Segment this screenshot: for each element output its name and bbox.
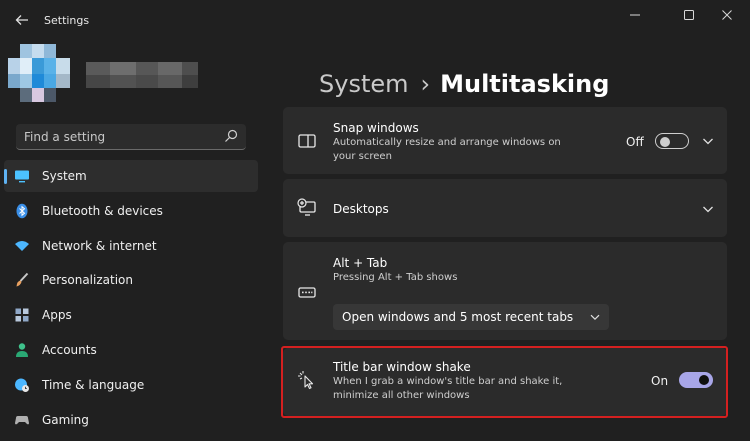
search-input[interactable]: Find a setting <box>16 124 246 150</box>
toggle-knob <box>660 137 670 147</box>
sidebar-item-label: Accounts <box>42 342 97 357</box>
sidebar-item-label: Time & language <box>42 377 145 392</box>
toggle-knob <box>699 375 709 385</box>
desktops-title: Desktops <box>333 202 389 216</box>
alt-tab-description: Pressing Alt + Tab shows <box>333 272 458 283</box>
monitor-icon <box>15 170 29 183</box>
close-button[interactable] <box>704 0 750 30</box>
sidebar-item-time-language[interactable]: Time & language <box>4 369 258 401</box>
minimize-icon <box>630 14 640 16</box>
back-button[interactable] <box>10 8 34 32</box>
sidebar-nav: System Bluetooth & devices Network & int… <box>4 160 258 438</box>
breadcrumb: System › Multitasking <box>319 70 609 98</box>
sidebar-item-apps[interactable]: Apps <box>4 299 258 331</box>
title-bar-shake-card: Title bar window shake When I grab a win… <box>283 348 727 416</box>
desktop-add-icon <box>297 198 316 216</box>
sidebar-item-label: Apps <box>42 308 72 323</box>
sidebar-item-bluetooth[interactable]: Bluetooth & devices <box>4 195 258 227</box>
title-bar-shake-state-label: On <box>651 374 669 388</box>
minimize-button[interactable] <box>612 0 658 30</box>
person-icon <box>16 343 28 357</box>
snap-windows-state-label: Off <box>626 135 644 149</box>
shake-cursor-icon <box>298 371 314 390</box>
back-arrow-icon <box>15 15 28 25</box>
alt-tab-dropdown[interactable]: Open windows and 5 most recent tabs in M <box>333 304 609 330</box>
snap-windows-title: Snap windows <box>333 121 419 135</box>
chevron-down-icon[interactable] <box>701 134 715 148</box>
sidebar-item-label: Bluetooth & devices <box>42 203 163 218</box>
sidebar-item-label: Network & internet <box>42 238 157 253</box>
page-title: Multitasking <box>440 70 610 98</box>
title-bar-shake-description: When I grab a window's title bar and sha… <box>333 376 563 401</box>
sidebar-item-accounts[interactable]: Accounts <box>4 334 258 366</box>
avatar <box>8 44 78 102</box>
alt-tab-card: Alt + Tab Pressing Alt + Tab shows Open … <box>283 242 727 340</box>
sidebar-item-system[interactable]: System <box>4 160 258 192</box>
apps-icon <box>15 308 29 322</box>
sidebar-item-network[interactable]: Network & internet <box>4 230 258 262</box>
alt-tab-selected-value: Open windows and 5 most recent tabs in M <box>342 310 578 324</box>
title-bar-shake-toggle[interactable] <box>679 372 713 388</box>
bluetooth-icon <box>16 203 28 218</box>
maximize-icon <box>684 10 694 20</box>
desktops-card[interactable]: Desktops <box>283 179 727 237</box>
sidebar-item-label: System <box>42 169 87 183</box>
title-bar: Settings <box>0 0 750 40</box>
sidebar-item-label: Personalization <box>42 273 133 288</box>
snap-layout-icon <box>298 134 316 148</box>
sidebar-item-gaming[interactable]: Gaming <box>4 404 258 436</box>
close-icon <box>722 10 732 20</box>
chevron-down-icon <box>590 314 600 321</box>
alt-tab-title: Alt + Tab <box>333 256 388 270</box>
snap-windows-toggle[interactable] <box>655 133 689 149</box>
brush-icon <box>16 273 29 287</box>
wifi-icon <box>15 240 29 251</box>
username-blurred <box>86 62 198 88</box>
sidebar-item-label: Gaming <box>42 412 89 427</box>
sidebar-item-personalization[interactable]: Personalization <box>4 264 258 296</box>
title-bar-shake-title: Title bar window shake <box>333 360 471 374</box>
app-title: Settings <box>44 14 90 27</box>
globe-clock-icon <box>15 378 29 392</box>
breadcrumb-separator: › <box>420 70 431 98</box>
search-placeholder: Find a setting <box>24 130 106 144</box>
breadcrumb-parent[interactable]: System <box>319 70 409 98</box>
search-icon[interactable] <box>224 129 238 143</box>
keyboard-icon <box>298 287 316 298</box>
snap-windows-card[interactable]: Snap windows Automatically resize and ar… <box>283 107 727 174</box>
gamepad-icon <box>15 415 29 424</box>
chevron-down-icon[interactable] <box>701 202 715 216</box>
snap-windows-description: Automatically resize and arrange windows… <box>333 137 561 162</box>
